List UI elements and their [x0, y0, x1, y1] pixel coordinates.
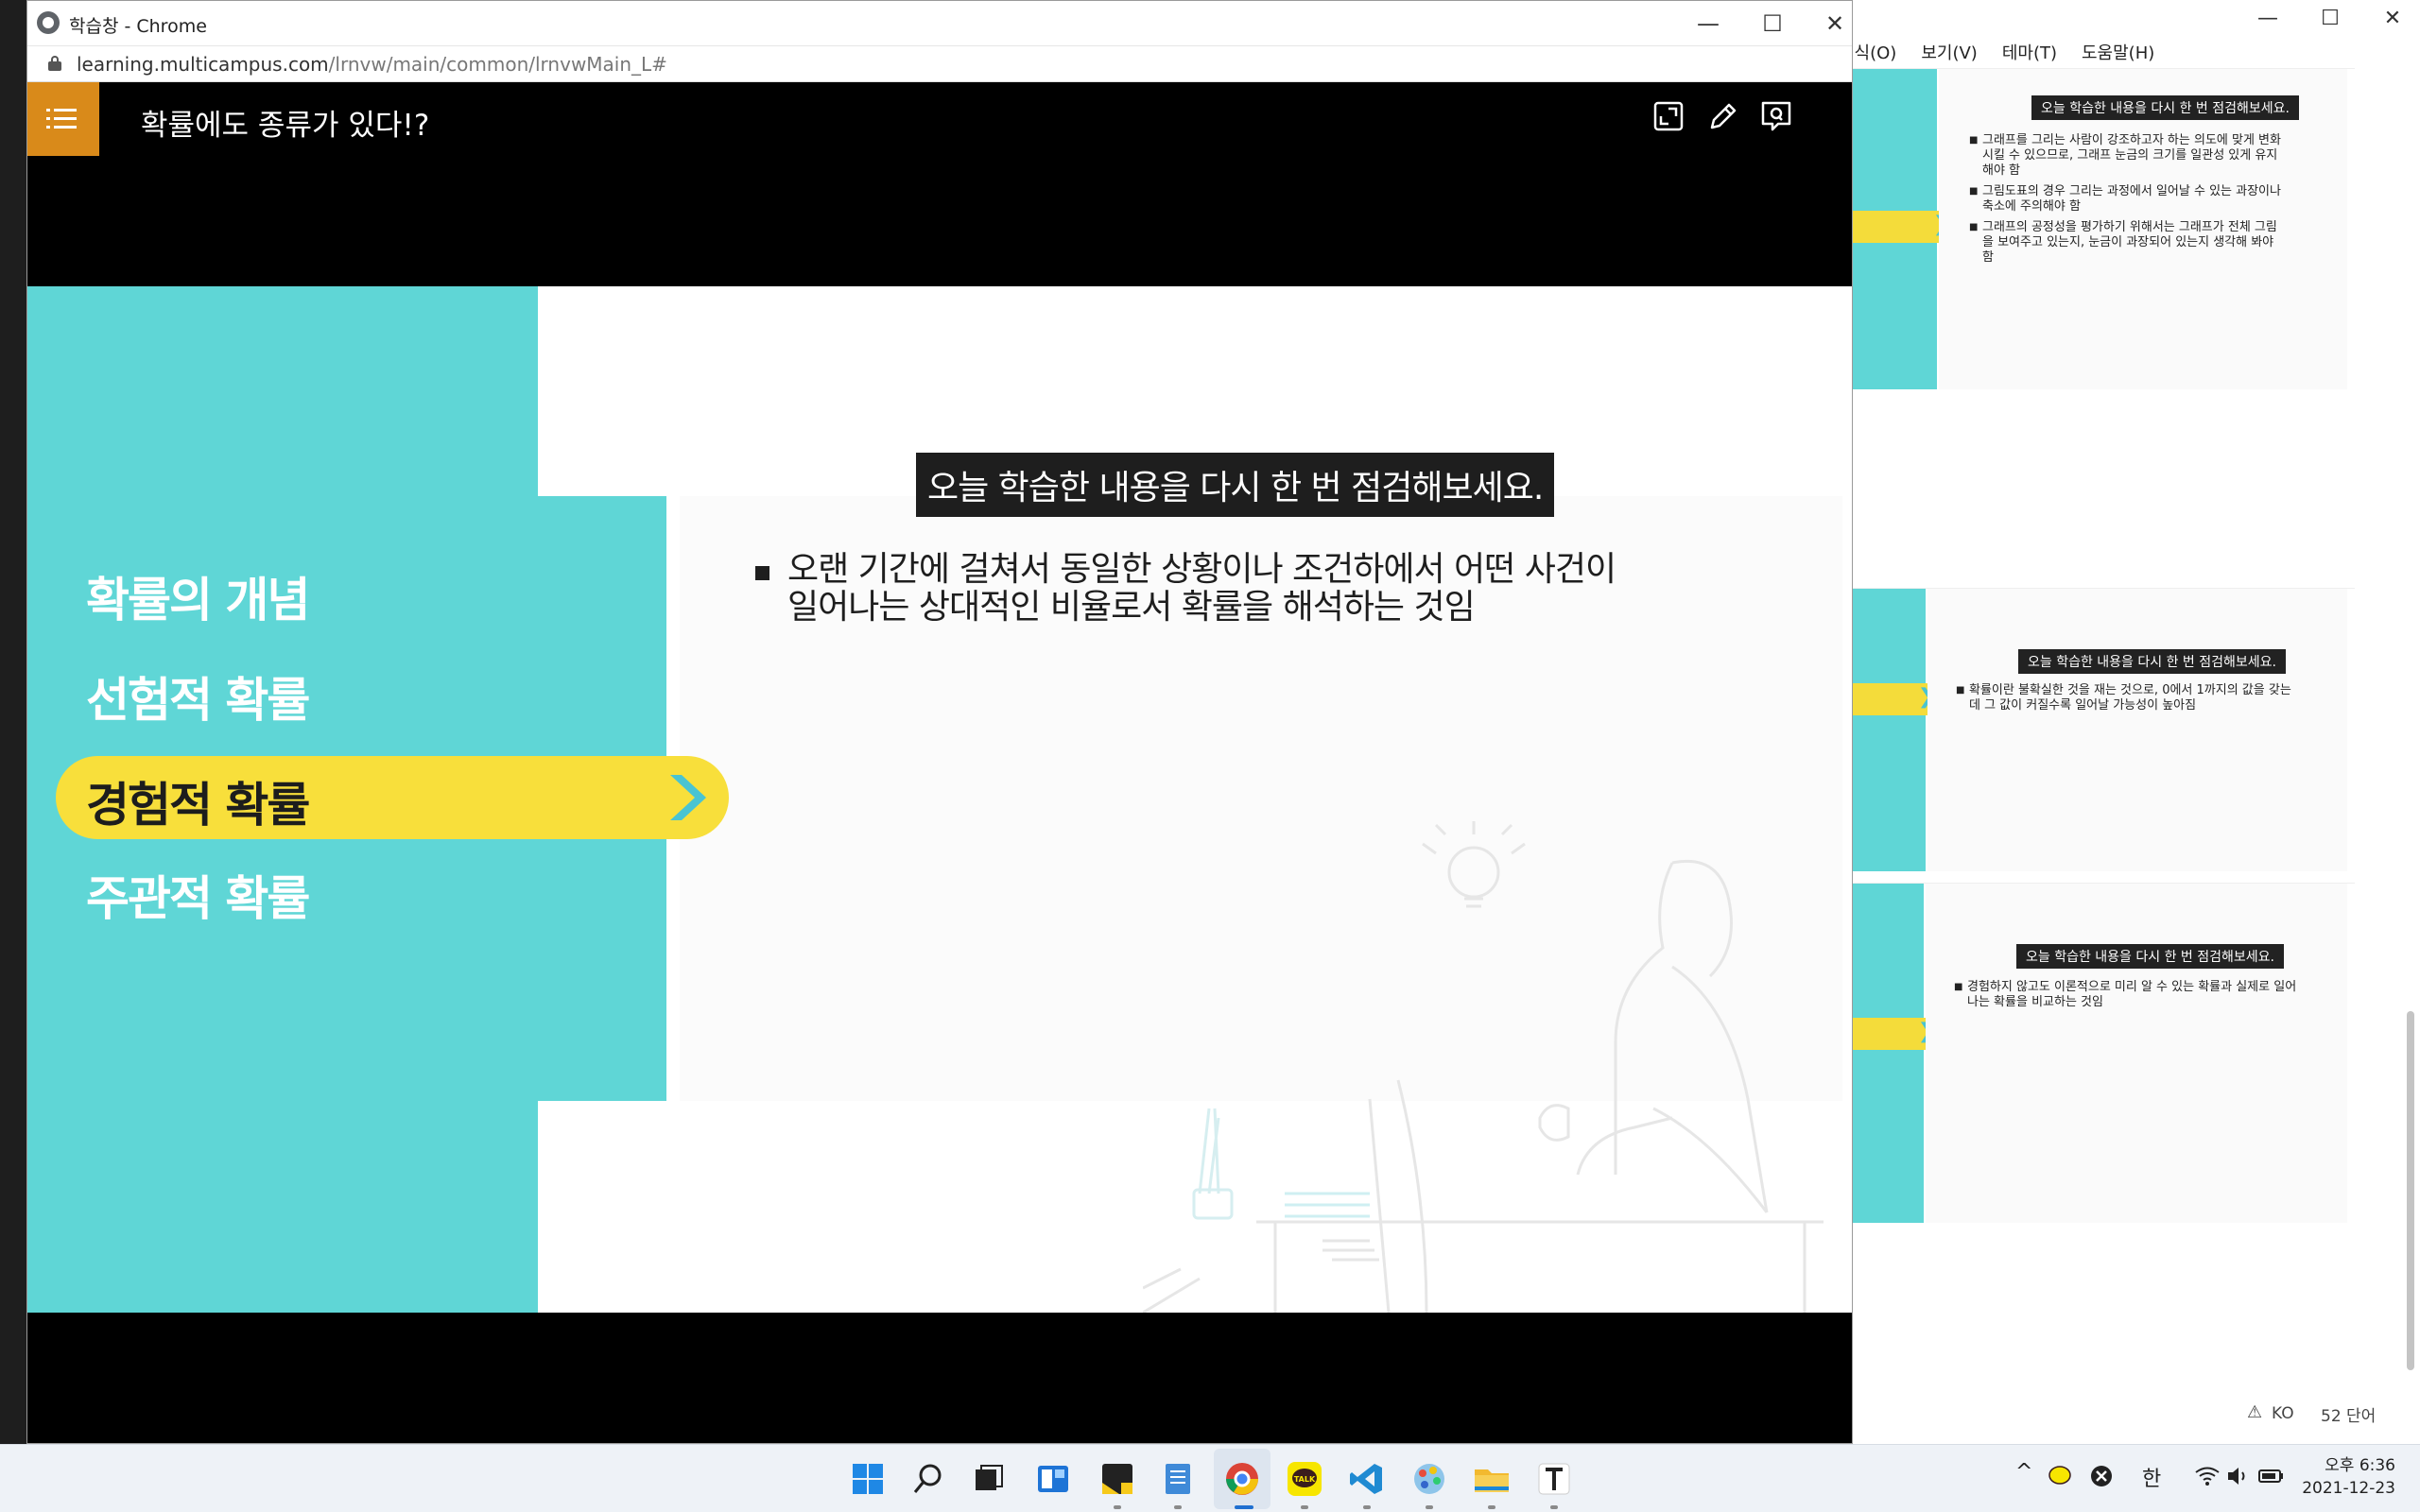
thumbnail-heading: 오늘 학습한 내용을 다시 한 번 점검해보세요.	[2031, 95, 2299, 120]
background-editor-strip	[0, 0, 26, 1444]
file-explorer-icon[interactable]	[1471, 1458, 1512, 1500]
widgets-icon[interactable]	[1032, 1458, 1074, 1500]
background-status-bar: ⚠ KO 52 단어	[1852, 1395, 2420, 1433]
start-icon[interactable]	[847, 1458, 889, 1500]
slide-heading: 오늘 학습한 내용을 다시 한 번 점검해보세요.	[916, 453, 1555, 517]
desktop: — ☐ ✕ 서식(O) 보기(V) 테마(T) 도움말(H) 오늘 학습한 내용…	[0, 0, 2420, 1444]
thumbnail-content-box	[1927, 589, 2347, 871]
wifi-icon[interactable]	[2193, 1464, 2221, 1488]
player-header: 확률에도 종류가 있다!?	[27, 82, 1852, 156]
person-at-desk-illustration	[1143, 821, 1824, 1313]
thumbnail-bullet: 그래프의 공정성을 평가하기 위해서는 그래프가 전체 그림을 보여주고 있는지…	[1969, 220, 2281, 266]
thumbnail-content-box	[1926, 884, 2347, 1223]
course-menu-button[interactable]	[27, 82, 99, 156]
background-window-caption: — ☐ ✕	[1852, 0, 2420, 38]
sticky-notes-icon[interactable]	[1097, 1458, 1138, 1500]
vertical-scrollbar[interactable]	[2407, 76, 2414, 1380]
slide-thumbnail: 오늘 학습한 내용을 다시 한 번 점검해보세요. 그래프를 그리는 사람이 강…	[1852, 68, 2355, 389]
clock-time: 오후 6:36	[2325, 1456, 2395, 1475]
ime-indicator[interactable]: 한	[2142, 1462, 2161, 1492]
qna-icon[interactable]	[1759, 99, 1793, 133]
slide-thumbnail: 오늘 학습한 내용을 다시 한 번 점검해보세요. 확률이란 불확실한 것을 재…	[1852, 588, 2355, 871]
close-icon[interactable]: ✕	[1816, 9, 1854, 39]
typora-icon[interactable]	[1533, 1458, 1575, 1500]
thumbnail-bullet: 그림도표의 경우 그리는 과정에서 일어날 수 있는 과장이나 축소에 주의해야…	[1969, 184, 2281, 215]
menu-view[interactable]: 보기(V)	[1921, 40, 1977, 70]
slide-bullet: 오랜 기간에 걸쳐서 동일한 상황이나 조건하에서 어떤 사건이 일어나는 상대…	[755, 551, 1757, 627]
maximize-icon[interactable]: ☐	[1754, 9, 1791, 39]
thumbnail-bullet: 경험하지 않고도 이론적으로 미리 알 수 있는 확률과 실제로 일어나는 확률…	[1954, 980, 2304, 1010]
slide-nav-item-empirical-active: 경험적 확률	[56, 756, 729, 839]
thumbnail-bullet: 그래프를 그리는 사람이 강조하고자 하는 의도에 맞게 변화시킬 수 있으므로…	[1969, 133, 2281, 179]
thumbnail-bullets: 확률이란 불확실한 것을 재는 것으로, 0에서 1까지의 값을 갖는데 그 값…	[1956, 683, 2296, 719]
pen-icon[interactable]	[1706, 99, 1740, 133]
bullet-square-icon	[755, 566, 769, 580]
thumbnail-teal-panel	[1852, 884, 1924, 1223]
running-indicator	[1488, 1505, 1495, 1509]
running-indicator	[1301, 1505, 1308, 1509]
player-footer	[27, 1313, 1852, 1443]
menu-theme[interactable]: 테마(T)	[2002, 40, 2057, 70]
slide-nav-active-label: 경험적 확률	[86, 778, 310, 833]
kakaotalk-tray-icon[interactable]	[2048, 1464, 2072, 1488]
window-titlebar[interactable]: 학습창 - Chrome — ☐ ✕	[27, 1, 1852, 46]
thumbnail-bullets: 그래프를 그리는 사람이 강조하고자 하는 의도에 맞게 변화시킬 수 있으므로…	[1969, 133, 2281, 271]
clock-date: 2021-12-23	[2302, 1479, 2395, 1498]
warning-icon: ⚠	[2247, 1402, 2263, 1422]
slide-nav-item-subjective: 주관적 확률	[86, 871, 310, 926]
running-indicator	[1363, 1505, 1371, 1509]
status-word-count: 52 단어	[2321, 1407, 2377, 1426]
globe-icon	[37, 11, 60, 34]
bullet-text-line1: 오랜 기간에 걸쳐서 동일한 상황이나 조건하에서 어떤 사건이	[787, 550, 1616, 589]
thumbnail-bullets: 경험하지 않고도 이론적으로 미리 알 수 있는 확률과 실제로 일어나는 확률…	[1954, 980, 2304, 1016]
volume-icon[interactable]	[2225, 1464, 2250, 1488]
url-host: learning.multicampus.com	[77, 53, 329, 76]
slide-thumbnail: 오늘 학습한 내용을 다시 한 번 점검해보세요. 경험하지 않고도 이론적으로…	[1852, 883, 2355, 1223]
chevron-right-icon	[670, 775, 706, 820]
running-indicator	[1174, 1505, 1182, 1509]
svg-text:TALK: TALK	[1294, 1475, 1316, 1484]
paint-icon[interactable]	[1409, 1458, 1450, 1500]
chrome-icon[interactable]	[1221, 1458, 1263, 1500]
thumbnail-heading: 오늘 학습한 내용을 다시 한 번 점검해보세요.	[2016, 944, 2284, 969]
lesson-title: 확률에도 종류가 있다!?	[141, 109, 430, 143]
window-title: 학습창 - Chrome	[69, 16, 207, 37]
lecture-slide: 확률의 개념 선험적 확률 경험적 확률 주관적 확률 오늘 학습한 내용을 다…	[27, 286, 1852, 1313]
minimize-icon[interactable]: —	[2249, 6, 2287, 32]
running-indicator	[1550, 1505, 1558, 1509]
notepad-icon[interactable]	[1157, 1458, 1199, 1500]
thumbnail-bullet: 확률이란 불확실한 것을 재는 것으로, 0에서 1까지의 값을 갖는데 그 값…	[1956, 683, 2296, 713]
close-icon[interactable]: ✕	[2374, 6, 2411, 32]
running-indicator	[1114, 1505, 1121, 1509]
chevron-up-icon[interactable]: ^	[2015, 1460, 2032, 1484]
vscode-icon[interactable]	[1346, 1458, 1388, 1500]
task-view-icon[interactable]	[968, 1458, 1010, 1500]
maximize-icon[interactable]: ☐	[2311, 6, 2349, 32]
search-icon[interactable]	[908, 1458, 949, 1500]
url-text[interactable]: learning.multicampus.com/lrnvw/main/comm…	[77, 53, 667, 76]
fullscreen-icon[interactable]	[1651, 99, 1685, 133]
scrollbar-thumb[interactable]	[2407, 1011, 2414, 1370]
chrome-learning-window[interactable]: 학습창 - Chrome — ☐ ✕ learning.multicampus.…	[26, 0, 1853, 1444]
background-menubar: 서식(O) 보기(V) 테마(T) 도움말(H)	[1839, 40, 2154, 70]
menu-help[interactable]: 도움말(H)	[2082, 40, 2154, 70]
thumbnail-heading: 오늘 학습한 내용을 다시 한 번 점검해보세요.	[2018, 649, 2286, 674]
minimize-icon[interactable]: —	[1689, 9, 1727, 39]
address-bar[interactable]: learning.multicampus.com/lrnvw/main/comm…	[27, 46, 1852, 82]
url-path: /lrnvw/main/common/lrnvwMain_L#	[328, 53, 667, 76]
slide-nav-item-concept: 확률의 개념	[86, 573, 310, 627]
lock-icon[interactable]	[48, 56, 61, 71]
status-language[interactable]: KO	[2272, 1404, 2294, 1423]
slide-nav-item-a-priori: 선험적 확률	[86, 673, 310, 728]
running-indicator	[1426, 1505, 1433, 1509]
bullet-text-line2: 일어나는 상대적인 비율로서 확률을 해석하는 것임	[787, 588, 1476, 627]
thumbnail-teal-panel	[1852, 589, 1926, 871]
windows-taskbar: TALK ^ 한 오후 6:36 2021-12-23	[0, 1444, 2420, 1512]
kakaotalk-icon[interactable]: TALK	[1284, 1458, 1325, 1500]
background-document-window[interactable]: — ☐ ✕ 서식(O) 보기(V) 테마(T) 도움말(H) 오늘 학습한 내용…	[1839, 0, 2420, 1444]
system-clock[interactable]: 오후 6:36 2021-12-23	[2302, 1454, 2395, 1500]
battery-icon[interactable]	[2257, 1464, 2286, 1488]
close-circle-tray-icon[interactable]	[2089, 1464, 2114, 1488]
active-indicator	[1235, 1505, 1253, 1509]
